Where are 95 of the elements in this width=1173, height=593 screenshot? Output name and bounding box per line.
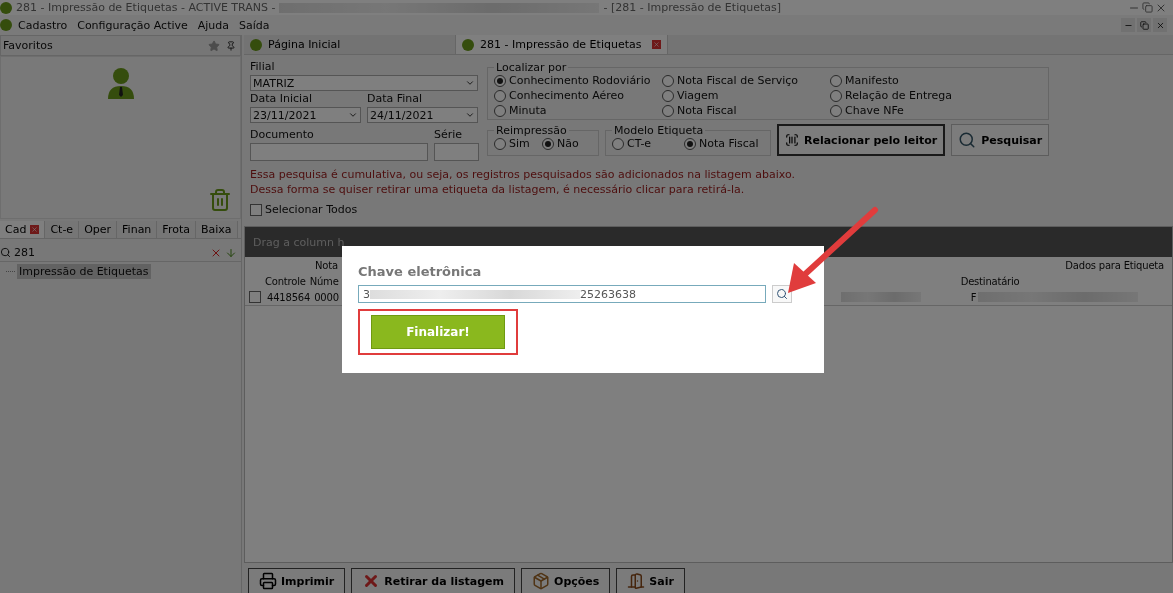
menu-item[interactable]: Saída <box>235 18 274 32</box>
remove-button[interactable]: Retirar da listagem <box>351 568 516 593</box>
printer-icon <box>259 572 277 590</box>
radio-option[interactable]: Conhecimento Rodoviário <box>494 74 662 87</box>
column-header: Controle <box>264 275 307 287</box>
window-title: 281 - Impressão de Etiquetas - ACTIVE TRANS - <box>16 1 276 14</box>
close-button[interactable] <box>1153 18 1167 32</box>
options-button[interactable]: Opções <box>521 568 611 593</box>
restore-icon[interactable] <box>1142 1 1153 13</box>
menu-item[interactable]: Configuração Active <box>73 18 192 32</box>
search-icon <box>0 247 11 258</box>
radio-button[interactable] <box>830 74 842 87</box>
field-label: Documento <box>250 129 315 141</box>
recycle-bin-icon[interactable] <box>208 188 232 212</box>
radio-button[interactable] <box>662 104 674 117</box>
column-group-header: Dados para Etiqueta <box>1064 259 1165 271</box>
door-icon <box>627 572 646 590</box>
minimize-button[interactable] <box>1121 18 1135 32</box>
input-field[interactable]: 3 25263638 <box>358 285 766 303</box>
radio-option[interactable]: Manifesto <box>830 74 998 87</box>
group-title: Localizar por <box>495 61 568 74</box>
group-title: Modelo Etiqueta <box>613 124 705 137</box>
column-header: Núme <box>308 275 340 287</box>
field-label: Série <box>434 129 464 141</box>
input-field[interactable] <box>434 143 479 161</box>
search-field[interactable]: 281 <box>14 246 207 259</box>
radio-option[interactable]: Chave NFe <box>830 104 998 117</box>
window-title: - [281 - Impressão de Etiquetas] <box>603 1 781 14</box>
checkbox[interactable] <box>250 203 262 216</box>
panel-title: Favoritos <box>3 39 54 52</box>
field-label: Data Final <box>367 93 424 105</box>
field-label: Filial <box>250 61 276 73</box>
radio-option[interactable]: Conhecimento Aéreo <box>494 89 662 102</box>
print-button[interactable]: Imprimir <box>248 568 346 593</box>
radio-button[interactable] <box>494 104 506 117</box>
menu-item[interactable]: Cadastro <box>14 18 72 32</box>
close-icon[interactable] <box>30 225 40 234</box>
date-field[interactable]: 24/11/2021 <box>367 107 478 123</box>
restore-button[interactable] <box>1137 18 1151 32</box>
radio-option[interactable]: Sim <box>494 137 542 150</box>
radio-option[interactable]: Minuta <box>494 104 662 117</box>
table-cell-text: F <box>969 291 978 303</box>
radio-option[interactable]: Nota Fiscal <box>662 104 830 117</box>
notice-text: Essa pesquisa é cumulativa, ou seja, os registros pesquisados são adicionados na listagem abaixo. <box>250 167 796 182</box>
tab[interactable]: Cad <box>0 221 46 238</box>
radio-option[interactable]: Nota Fiscal <box>684 137 764 150</box>
radio-button[interactable] <box>612 137 624 150</box>
search-icon <box>958 131 977 149</box>
search-icon <box>776 288 788 300</box>
box-icon <box>532 572 551 590</box>
radio-button[interactable] <box>684 137 696 150</box>
document-tab[interactable]: 281 - Impressão de Etiquetas <box>456 35 668 54</box>
barcode-icon <box>785 133 799 147</box>
group-title: Reimpressão <box>495 124 568 137</box>
pin-icon[interactable] <box>226 40 236 51</box>
table-cell-text: 4418564 <box>266 291 312 303</box>
tree-item[interactable]: Impressão de Etiquetas <box>17 264 151 279</box>
dropdown-field[interactable]: MATRIZ <box>250 75 478 91</box>
radio-button[interactable] <box>662 89 674 102</box>
checkbox[interactable] <box>249 291 261 303</box>
radio-option[interactable]: CT-e <box>612 137 684 150</box>
input-field[interactable] <box>250 143 428 161</box>
column-header: Destinatário <box>959 275 1021 287</box>
radio-button[interactable] <box>830 104 842 117</box>
logo-icon <box>0 1 12 14</box>
table-cell-text: 0000 <box>313 291 340 303</box>
menu-item[interactable]: Ajuda <box>193 18 234 32</box>
star-icon[interactable] <box>208 39 220 52</box>
date-field[interactable]: 23/11/2021 <box>250 107 361 123</box>
scan-button[interactable]: Relacionar pelo leitor <box>777 124 946 156</box>
logo-icon <box>0 19 12 31</box>
radio-button[interactable] <box>494 74 506 87</box>
notice-text: Dessa forma se quiser retirar uma etiqueta da listagem, é necessário clicar para retirá-la. <box>250 182 746 197</box>
radio-option[interactable]: Não <box>542 137 592 150</box>
exit-button[interactable]: Sair <box>616 568 685 593</box>
radio-option[interactable]: Viagem <box>662 89 830 102</box>
finish-button[interactable]: Finalizar! <box>371 315 505 349</box>
close-icon[interactable] <box>652 40 661 49</box>
radio-option[interactable]: Relação de Entrega <box>830 89 998 102</box>
radio-button[interactable] <box>662 74 674 87</box>
restore-icon <box>1139 20 1149 30</box>
radio-button[interactable] <box>542 137 554 150</box>
radio-option[interactable]: Nota Fiscal de Serviço <box>662 74 830 87</box>
arrow-down-icon[interactable] <box>225 246 237 259</box>
field-label: Data Inicial <box>250 93 313 105</box>
checkbox-label[interactable]: Selecionar Todos <box>265 203 358 216</box>
user-icon <box>106 67 135 99</box>
radio-button[interactable] <box>830 89 842 102</box>
search-button[interactable]: Pesquisar <box>951 124 1050 156</box>
radio-button[interactable] <box>494 137 506 150</box>
close-icon <box>1155 20 1165 30</box>
radio-button[interactable] <box>494 89 506 102</box>
column-group-header: Nota <box>314 259 339 271</box>
dialog-title: Chave eletrônica <box>358 264 483 279</box>
search-button[interactable] <box>772 285 792 303</box>
